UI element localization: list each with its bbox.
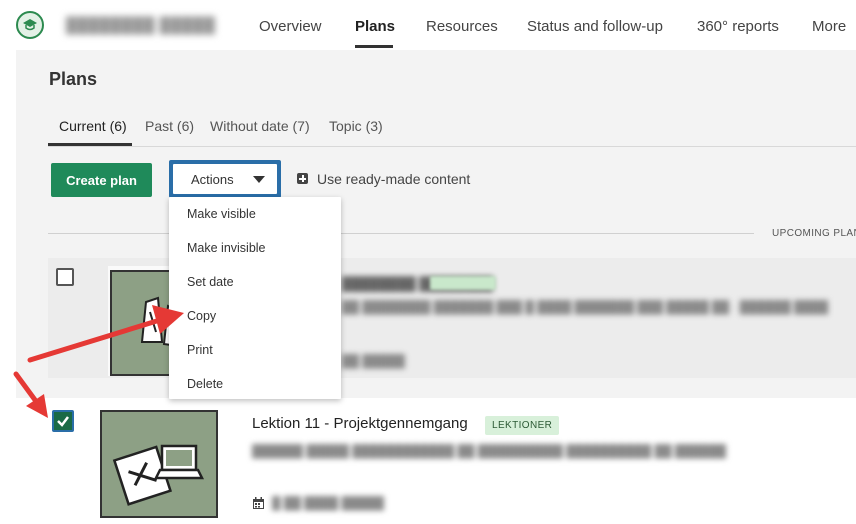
menu-item-print[interactable]: Print xyxy=(187,343,213,357)
upcoming-plans-label: UPCOMING PLANS xyxy=(772,228,856,239)
nav-status-follow-up[interactable]: Status and follow-up xyxy=(527,18,663,35)
page-title: Plans xyxy=(49,69,98,89)
menu-item-delete[interactable]: Delete xyxy=(187,377,223,391)
checkmark-icon xyxy=(57,416,69,427)
actions-button-inner: Actions xyxy=(173,164,277,194)
plan-badge-blurred xyxy=(430,276,496,290)
plan-description-blurred: ██████ █████ ████████████ ██ ██████████ … xyxy=(252,444,726,458)
plan-description-blurred: ██ ████████ ███████ ███ █ ████ ███████ █… xyxy=(342,300,829,314)
nav-overview[interactable]: Overview xyxy=(259,18,322,35)
nav-resources[interactable]: Resources xyxy=(426,18,498,35)
calendar-icon xyxy=(253,497,264,509)
plus-square-icon xyxy=(297,173,308,184)
upcoming-divider xyxy=(48,233,754,234)
active-nav-indicator xyxy=(355,45,393,48)
organization-name: ████████ █████ xyxy=(66,17,216,34)
menu-item-copy[interactable]: Copy xyxy=(187,309,216,323)
actions-menu: Make visible Make invisible Set date Cop… xyxy=(169,197,341,399)
thumbnail-illustration xyxy=(100,410,218,518)
tab-without-date[interactable]: Without date (7) xyxy=(210,118,310,134)
plan-checkbox-checked[interactable] xyxy=(52,410,74,432)
menu-item-make-invisible[interactable]: Make invisible xyxy=(187,241,266,255)
tabs-divider xyxy=(48,146,856,147)
plan-type-badge: LEKTIONER xyxy=(485,416,560,435)
tab-past[interactable]: Past (6) xyxy=(145,118,194,134)
plan-date-blurred: █ ██ ████ █████ xyxy=(272,496,385,510)
nav-more[interactable]: More xyxy=(812,18,846,35)
menu-item-set-date[interactable]: Set date xyxy=(187,275,234,289)
plan-thumbnail xyxy=(100,410,218,518)
plan-date-blurred: ██ █████ xyxy=(342,354,405,368)
menu-item-make-visible[interactable]: Make visible xyxy=(187,207,256,221)
top-navigation-bar: ████████ █████ Overview Plans Resources … xyxy=(0,0,856,50)
nav-360-reports[interactable]: 360° reports xyxy=(697,18,779,35)
tab-topic[interactable]: Topic (3) xyxy=(329,118,383,134)
chevron-down-icon xyxy=(253,176,265,183)
plan-checkbox[interactable] xyxy=(56,268,74,286)
plan-title[interactable]: Lektion 11 - Projektgennemgang xyxy=(252,415,468,432)
graduation-cap-icon[interactable] xyxy=(16,11,44,39)
plan-row-selected: Lektion 11 - Projektgennemgang LEKTIONER… xyxy=(0,398,856,524)
tab-current[interactable]: Current (6) xyxy=(59,118,127,134)
actions-dropdown-button[interactable]: Actions xyxy=(169,160,281,198)
actions-button-label: Actions xyxy=(191,172,234,187)
nav-plans[interactable]: Plans xyxy=(355,18,395,35)
ready-made-label: Use ready-made content xyxy=(317,171,471,187)
create-plan-button[interactable]: Create plan xyxy=(51,163,152,197)
